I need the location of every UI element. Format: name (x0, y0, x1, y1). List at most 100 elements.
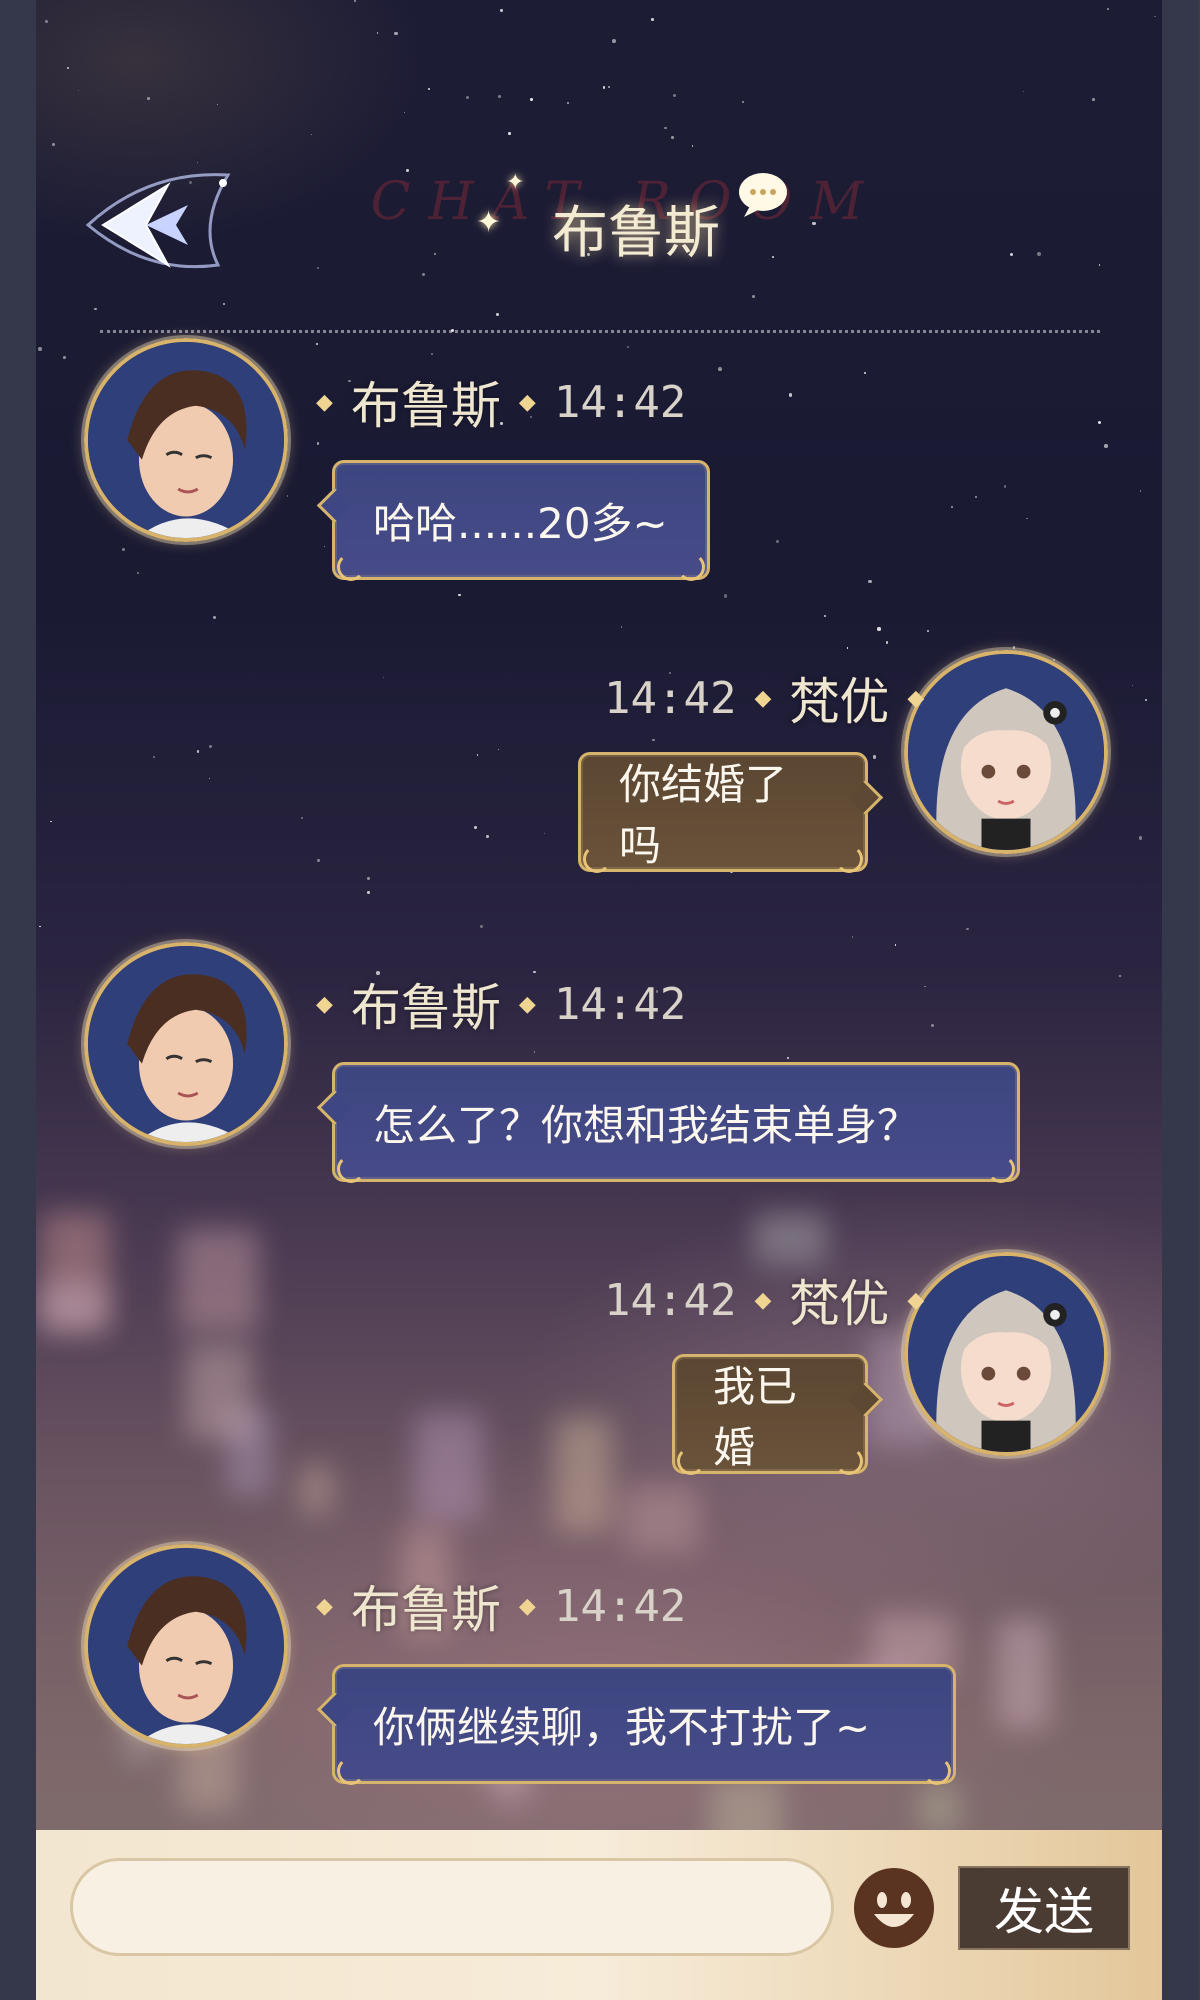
star-decoration (196, 749, 200, 753)
star-decoration (77, 89, 80, 92)
star-decoration (1092, 98, 1095, 101)
star-decoration (924, 985, 926, 988)
send-button[interactable]: 发送 (958, 1866, 1130, 1950)
message-bubble[interactable]: 我已婚 (672, 1354, 884, 1475)
star-decoration (607, 86, 610, 89)
sender-name: 布鲁斯 (350, 377, 501, 435)
back-arrow-icon (85, 173, 231, 269)
message-text: 我已婚 (713, 1362, 798, 1472)
star-decoration (500, 9, 503, 12)
message-text: 哈哈......20多~ (373, 498, 668, 548)
star-decoration (1144, 698, 1148, 702)
star-decoration (872, 755, 877, 759)
message-bubble[interactable]: 怎么了？你想和我结束单身？ (316, 1062, 1020, 1183)
star-decoration (824, 614, 827, 617)
star-decoration (787, 1056, 790, 1060)
bubble-tail (316, 487, 353, 524)
corner-ornament (923, 1757, 951, 1785)
star-decoration (1036, 251, 1041, 256)
avatar-bruce[interactable] (84, 1544, 288, 1748)
star-decoration (153, 755, 156, 758)
star-decoration (94, 307, 97, 310)
star-decoration (316, 266, 319, 269)
star-decoration (496, 312, 499, 316)
background-light (413, 1412, 484, 1523)
star-decoration (846, 647, 849, 649)
star-decoration (530, 98, 533, 102)
background-light (753, 1211, 828, 1265)
background-light (996, 1618, 1051, 1729)
message-meta: ◆ 布鲁斯 ◆ 14:42 (316, 1576, 686, 1640)
star-decoration (39, 925, 41, 928)
star-decoration (691, 145, 694, 147)
star-decoration (1139, 490, 1142, 492)
avatar-fanyou[interactable] (904, 650, 1108, 854)
star-decoration (66, 66, 69, 69)
star-decoration (376, 32, 379, 34)
star-decoration (1097, 420, 1102, 425)
diamond-icon: ◆ (907, 1287, 925, 1313)
star-decoration (1026, 517, 1028, 520)
star-decoration (497, 94, 501, 99)
star-decoration (147, 97, 151, 100)
speech-bubble-icon (739, 173, 787, 217)
star-decoration (533, 970, 536, 974)
background-light (554, 1416, 613, 1532)
star-decoration (742, 100, 745, 103)
message-bubble[interactable]: 你俩继续聊，我不打扰了~ (316, 1664, 956, 1785)
corner-ornament (583, 845, 611, 873)
diamond-icon: ◆ (316, 991, 333, 1017)
star-decoration (458, 593, 461, 597)
star-decoration (1138, 836, 1143, 840)
star-decoration (137, 571, 140, 574)
star-decoration (286, 495, 289, 497)
avatar-bruce-image (88, 946, 284, 1142)
star-decoration (223, 303, 225, 305)
sender-name: 梵优 (789, 673, 890, 731)
star-decoration (316, 442, 320, 445)
diamond-icon: ◆ (754, 1287, 772, 1313)
star-decoration (1003, 485, 1006, 488)
star-decoration (382, 677, 385, 679)
right-letterbox (1162, 0, 1198, 2000)
star-decoration (1154, 15, 1157, 18)
star-decoration (603, 86, 606, 89)
page-title: 布鲁斯 (552, 201, 720, 266)
corner-ornament (835, 1447, 863, 1475)
star-decoration (927, 630, 929, 632)
message-input[interactable] (70, 1858, 834, 1956)
back-button[interactable] (68, 165, 238, 275)
message-meta: 14:42 ◆ 梵优 ◆ (604, 668, 924, 732)
star-decoration (428, 87, 431, 90)
star-decoration (620, 626, 623, 629)
message-bubble[interactable]: 你结婚了吗 (578, 752, 884, 873)
bubble-tail (316, 1089, 353, 1126)
star-decoration (1131, 684, 1133, 686)
star-decoration (315, 342, 318, 345)
star-decoration (430, 353, 433, 355)
star-decoration (651, 18, 654, 21)
star-decoration (950, 506, 953, 509)
star-decoration (894, 944, 897, 946)
star-decoration (664, 127, 667, 130)
star-decoration (44, 19, 48, 23)
avatar-bruce[interactable] (84, 338, 288, 542)
star-decoration (776, 540, 779, 544)
message-bubble[interactable]: 哈哈......20多~ (316, 460, 710, 581)
star-decoration (788, 393, 793, 397)
star-decoration (394, 31, 398, 36)
corner-ornament (337, 1155, 365, 1183)
star-decoration (1107, 7, 1109, 10)
star-decoration (533, 1051, 535, 1053)
star-decoration (1119, 974, 1122, 977)
diamond-icon: ◆ (518, 1593, 536, 1619)
diamond-icon: ◆ (518, 389, 536, 415)
star-decoration (497, 749, 499, 751)
message-meta: ◆ 布鲁斯 ◆ 14:42 (316, 974, 686, 1038)
star-decoration (212, 616, 216, 620)
emoji-button[interactable] (854, 1868, 934, 1948)
star-decoration (197, 161, 199, 164)
star-decoration (863, 371, 866, 374)
avatar-fanyou[interactable] (904, 1252, 1108, 1456)
avatar-bruce[interactable] (84, 942, 288, 1146)
